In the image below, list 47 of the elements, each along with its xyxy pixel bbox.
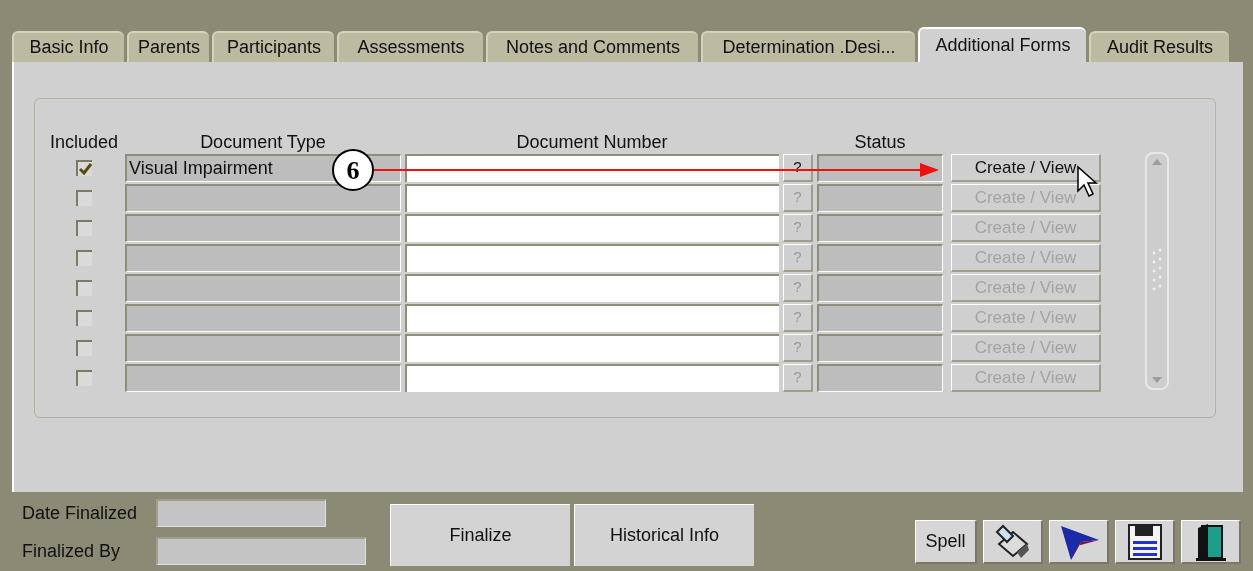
column-header: Status bbox=[853, 133, 907, 151]
scrollbar[interactable] bbox=[1145, 152, 1169, 390]
document-number-field[interactable] bbox=[405, 304, 779, 332]
document-number-field[interactable] bbox=[405, 244, 779, 272]
print-button[interactable] bbox=[983, 520, 1043, 564]
create-view-button[interactable]: Create / View bbox=[951, 154, 1101, 182]
document-type-field[interactable] bbox=[125, 274, 401, 302]
document-type-field[interactable] bbox=[125, 304, 401, 332]
document-type-field[interactable] bbox=[125, 244, 401, 272]
tab[interactable]: Assessments bbox=[337, 31, 483, 62]
document-number-field[interactable] bbox=[405, 154, 779, 182]
spell-button[interactable]: Spell bbox=[915, 520, 977, 564]
callout-number: 6 bbox=[332, 149, 374, 191]
pointer-button[interactable] bbox=[1049, 520, 1109, 564]
finalize-button[interactable]: Finalize bbox=[390, 504, 570, 566]
tab[interactable]: Determination .Desi... bbox=[701, 31, 915, 62]
document-number-field[interactable] bbox=[405, 184, 779, 212]
text-field[interactable] bbox=[156, 537, 366, 565]
scroll-down-icon[interactable] bbox=[1151, 376, 1163, 384]
door-icon bbox=[1193, 521, 1228, 562]
historical-info-button[interactable]: Historical Info bbox=[574, 504, 754, 566]
mouse-cursor-icon bbox=[1076, 165, 1100, 199]
tab[interactable]: Additional Forms bbox=[918, 27, 1086, 62]
checkbox[interactable] bbox=[76, 160, 92, 176]
document-type-field[interactable] bbox=[125, 184, 401, 212]
document-number-field[interactable] bbox=[405, 334, 779, 362]
column-header: Document Number bbox=[515, 133, 669, 151]
field-label: Date Finalized bbox=[22, 501, 139, 525]
tab[interactable]: Participants bbox=[212, 31, 334, 62]
tab[interactable]: Parents bbox=[127, 31, 209, 62]
document-number-field[interactable] bbox=[405, 364, 779, 392]
document-type-field[interactable] bbox=[125, 364, 401, 392]
tab[interactable]: Audit Results bbox=[1089, 31, 1229, 62]
text-field[interactable] bbox=[156, 499, 326, 527]
column-header: Document Type bbox=[199, 133, 327, 151]
document-type-field[interactable] bbox=[125, 334, 401, 362]
document-number-field[interactable] bbox=[405, 214, 779, 242]
tab[interactable]: Basic Info bbox=[12, 31, 124, 62]
document-type-field[interactable] bbox=[125, 214, 401, 242]
save-button[interactable] bbox=[1115, 520, 1175, 564]
exit-button[interactable] bbox=[1181, 520, 1241, 564]
tab[interactable]: Notes and Comments bbox=[486, 31, 698, 62]
document-number-field[interactable] bbox=[405, 274, 779, 302]
column-header: Included bbox=[48, 133, 120, 151]
checkmark-icon bbox=[78, 163, 92, 175]
scroll-up-icon[interactable] bbox=[1151, 158, 1163, 166]
field-label: Finalized By bbox=[22, 539, 122, 563]
